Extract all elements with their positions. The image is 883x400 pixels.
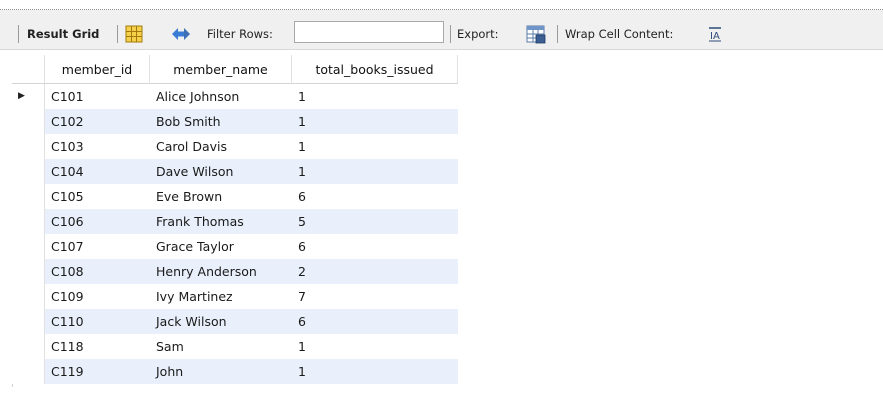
toolbar-separator <box>557 25 558 43</box>
toolbar-separator <box>450 25 451 43</box>
cell-total-books-issued[interactable]: 7 <box>292 284 458 309</box>
cell-total-books-issued[interactable]: 1 <box>292 84 458 109</box>
table-row[interactable]: C109 Ivy Martinez 7 <box>12 284 458 309</box>
table-row[interactable]: C108 Henry Anderson 2 <box>12 259 458 284</box>
filter-arrows-icon[interactable] <box>170 25 192 43</box>
cell-member-id[interactable]: C110 <box>45 309 150 334</box>
row-indicator[interactable] <box>12 209 45 234</box>
table-row[interactable]: C118 Sam 1 <box>12 334 458 359</box>
cell-member-id[interactable]: C105 <box>45 184 150 209</box>
cell-total-books-issued[interactable]: 1 <box>292 359 458 384</box>
row-indicator[interactable] <box>12 359 45 384</box>
wrap-text-icon[interactable]: IA <box>707 25 725 43</box>
cell-member-name[interactable]: Frank Thomas <box>150 209 292 234</box>
cell-member-name[interactable]: Grace Taylor <box>150 234 292 259</box>
row-indicator[interactable] <box>12 259 45 284</box>
cell-member-id[interactable]: C108 <box>45 259 150 284</box>
column-header-member-name[interactable]: member_name <box>150 55 292 84</box>
cell-total-books-issued[interactable]: 2 <box>292 259 458 284</box>
row-indicator[interactable] <box>12 134 45 159</box>
cell-total-books-issued[interactable]: 1 <box>292 109 458 134</box>
filter-rows-label: Filter Rows: <box>207 27 273 41</box>
cell-member-name[interactable]: Henry Anderson <box>150 259 292 284</box>
cell-member-id[interactable]: C119 <box>45 359 150 384</box>
cell-member-name[interactable]: Ivy Martinez <box>150 284 292 309</box>
grid-header-row: member_id member_name total_books_issued <box>12 55 472 84</box>
table-row[interactable]: C103 Carol Davis 1 <box>12 134 458 159</box>
cell-total-books-issued[interactable]: 1 <box>292 334 458 359</box>
table-row[interactable]: C106 Frank Thomas 5 <box>12 209 458 234</box>
cell-total-books-issued[interactable]: 6 <box>292 234 458 259</box>
row-indicator[interactable]: ▶ <box>12 84 45 109</box>
cell-member-id[interactable]: C102 <box>45 109 150 134</box>
table-row[interactable]: C107 Grace Taylor 6 <box>12 234 458 259</box>
cell-member-name[interactable]: Carol Davis <box>150 134 292 159</box>
selected-row-marker-icon: ▶ <box>18 91 25 101</box>
cell-member-name[interactable]: Bob Smith <box>150 109 292 134</box>
wrap-cell-content-label: Wrap Cell Content: <box>565 27 674 41</box>
filter-rows-input[interactable] <box>294 21 444 43</box>
cell-member-id[interactable]: C101 <box>45 84 150 109</box>
table-row[interactable]: ▶ C101 Alice Johnson 1 <box>12 84 458 109</box>
row-indicator[interactable] <box>12 234 45 259</box>
column-header-member-id[interactable]: member_id <box>45 55 150 84</box>
cell-member-id[interactable]: C103 <box>45 134 150 159</box>
cell-member-id[interactable]: C118 <box>45 334 150 359</box>
cell-member-id[interactable]: C104 <box>45 159 150 184</box>
cell-total-books-issued[interactable]: 6 <box>292 184 458 209</box>
cell-member-name[interactable]: Alice Johnson <box>150 84 292 109</box>
toolbar-separator <box>18 25 19 43</box>
cell-member-id[interactable]: C109 <box>45 284 150 309</box>
cell-total-books-issued[interactable]: 6 <box>292 309 458 334</box>
export-label: Export: <box>457 27 499 41</box>
panel-top-edge <box>0 0 883 10</box>
cell-member-name[interactable]: Jack Wilson <box>150 309 292 334</box>
cell-total-books-issued[interactable]: 1 <box>292 134 458 159</box>
cell-total-books-issued[interactable]: 5 <box>292 209 458 234</box>
cell-member-id[interactable]: C107 <box>45 234 150 259</box>
row-indicator-header <box>12 55 45 84</box>
table-row[interactable]: C110 Jack Wilson 6 <box>12 309 458 334</box>
cell-member-name[interactable]: Sam <box>150 334 292 359</box>
svg-text:IA: IA <box>710 31 720 42</box>
grid-layout-icon[interactable] <box>124 24 146 44</box>
result-grid-tab[interactable]: Result Grid <box>27 27 99 41</box>
cell-member-name[interactable]: Dave Wilson <box>150 159 292 184</box>
export-grid-icon[interactable] <box>525 24 547 44</box>
row-indicator[interactable] <box>12 284 45 309</box>
toolbar-separator <box>117 25 118 43</box>
row-indicator[interactable] <box>12 159 45 184</box>
column-header-total-books-issued[interactable]: total_books_issued <box>292 55 458 84</box>
table-row[interactable]: C104 Dave Wilson 1 <box>12 159 458 184</box>
cell-member-id[interactable]: C106 <box>45 209 150 234</box>
table-row[interactable]: C102 Bob Smith 1 <box>12 109 458 134</box>
row-indicator[interactable] <box>12 184 45 209</box>
table-row[interactable]: C119 John 1 <box>12 359 458 384</box>
cell-total-books-issued[interactable]: 1 <box>292 159 458 184</box>
row-indicator[interactable] <box>12 109 45 134</box>
row-indicator[interactable] <box>12 334 45 359</box>
cell-member-name[interactable]: John <box>150 359 292 384</box>
cell-member-name[interactable]: Eve Brown <box>150 184 292 209</box>
table-row[interactable]: C105 Eve Brown 6 <box>12 184 458 209</box>
row-indicator[interactable] <box>12 309 45 334</box>
